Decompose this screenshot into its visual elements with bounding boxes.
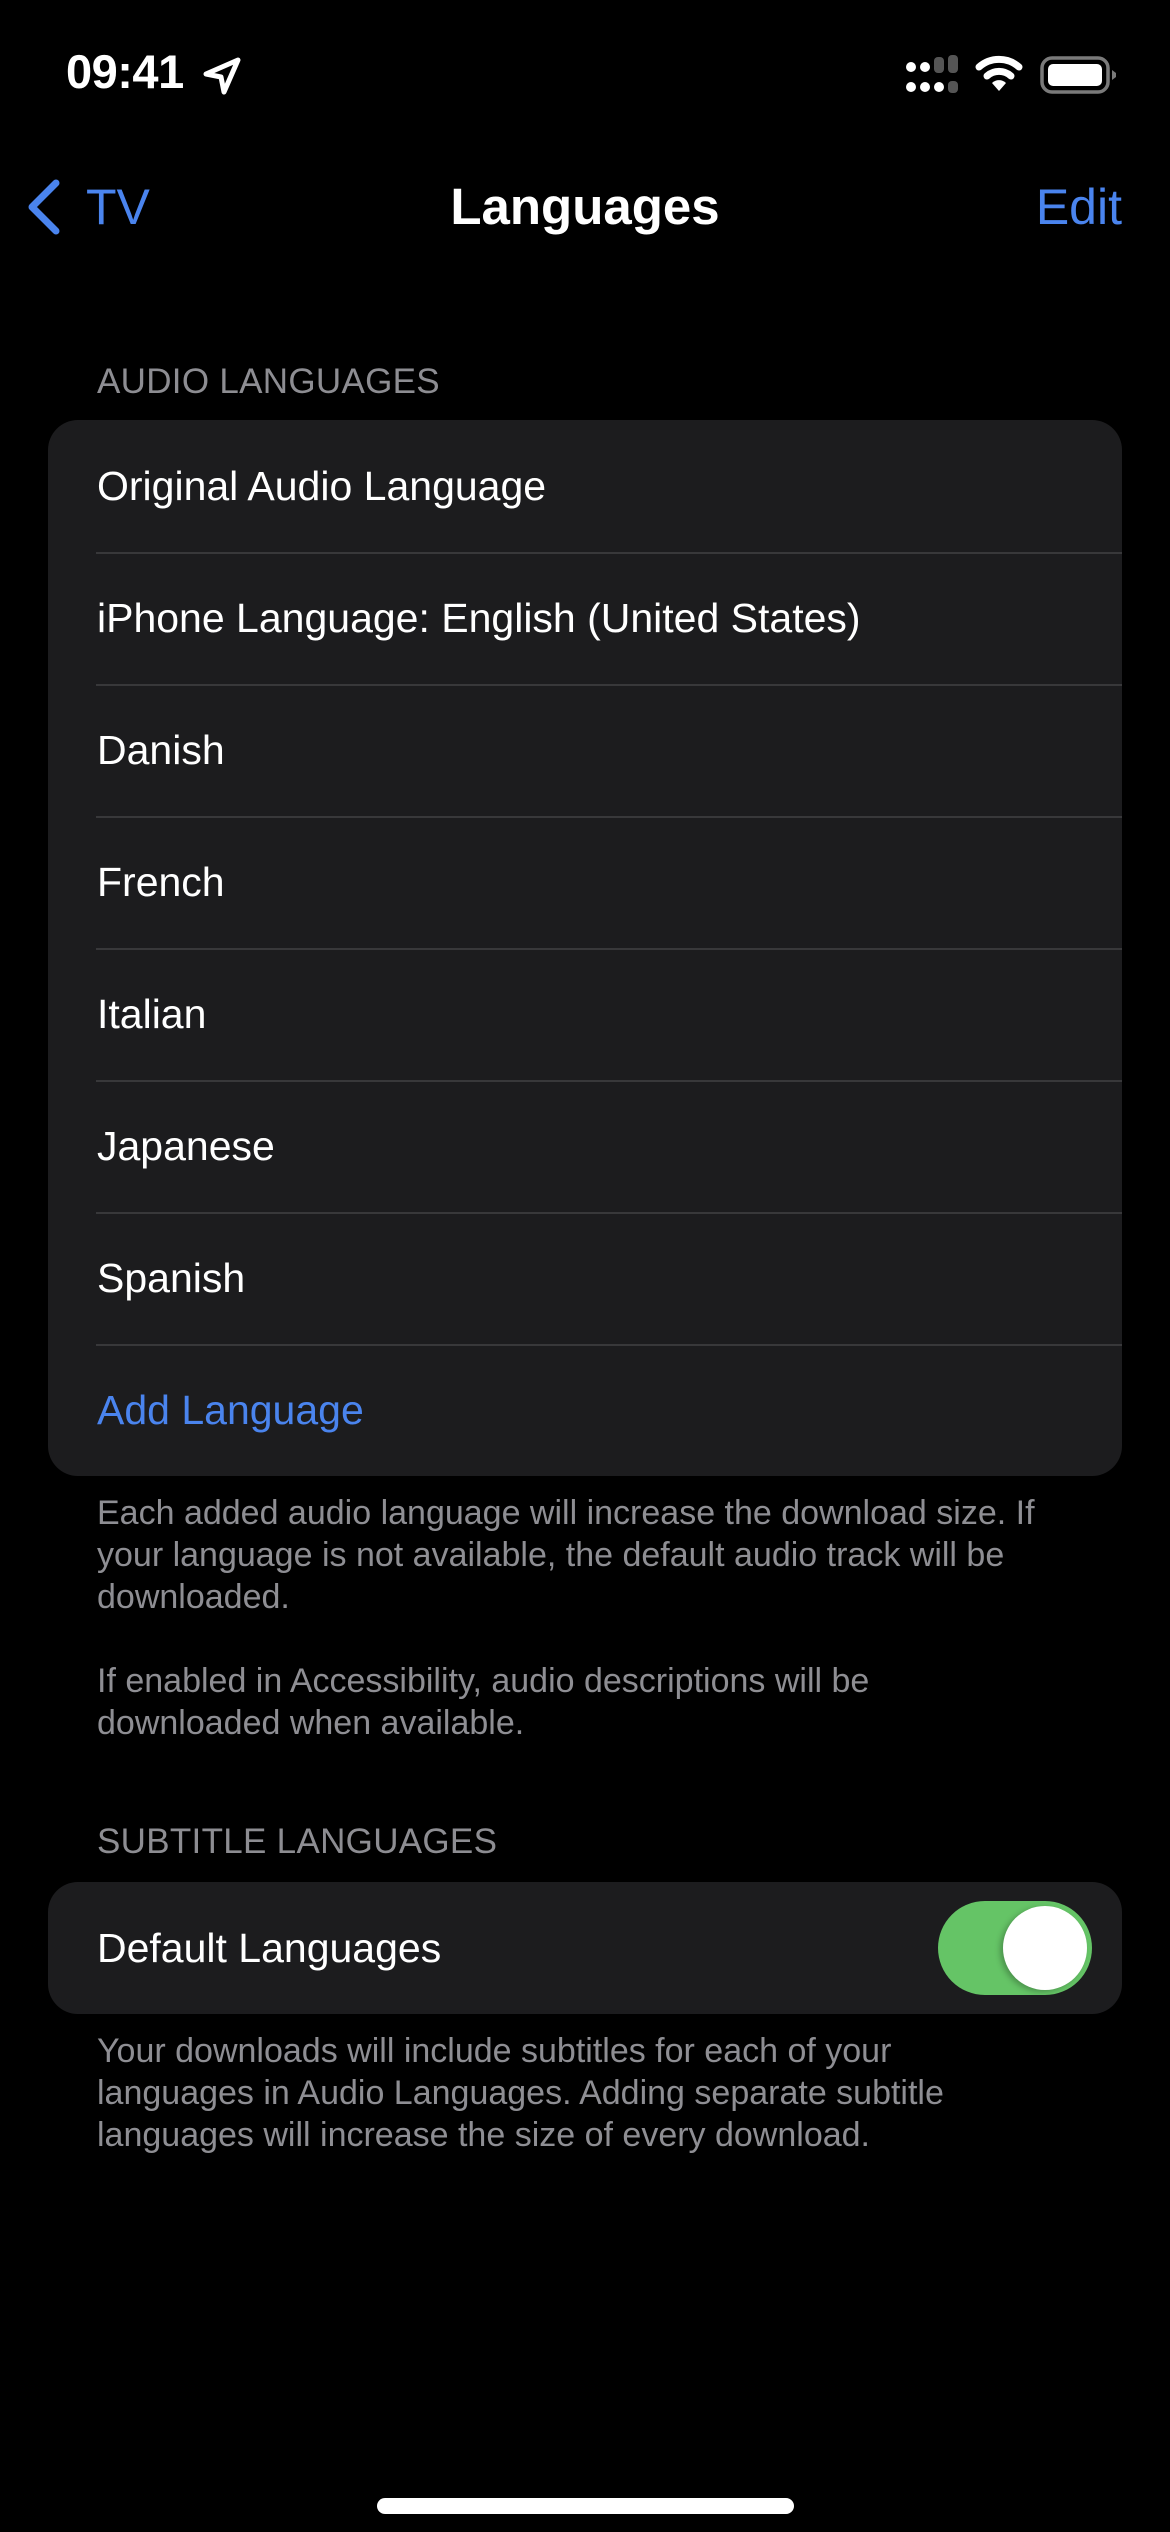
wifi-icon <box>975 55 1023 91</box>
list-item-label: Original Audio Language <box>97 463 547 509</box>
chevron-left-icon <box>28 179 60 235</box>
edit-button[interactable]: Edit <box>1036 172 1122 242</box>
cellular-signal-icon <box>906 55 958 93</box>
list-item-label: Japanese <box>97 1123 275 1169</box>
battery-icon <box>1040 56 1116 94</box>
status-time: 09:41 <box>66 45 184 98</box>
back-button-label: TV <box>86 179 150 235</box>
list-item-japanese[interactable]: Japanese <box>48 1080 1122 1212</box>
list-item-original-audio[interactable]: Original Audio Language <box>48 420 1122 552</box>
location-arrow-icon <box>203 57 241 95</box>
subtitle-languages-group: Default Languages <box>48 1882 1122 2014</box>
default-languages-label: Default Languages <box>97 1925 442 1971</box>
list-item-spanish[interactable]: Spanish <box>48 1212 1122 1344</box>
subtitle-languages-header: SUBTITLE LANGUAGES <box>97 1822 498 1861</box>
toggle-knob <box>1003 1906 1087 1990</box>
audio-languages-header: AUDIO LANGUAGES <box>97 362 440 401</box>
add-language-label: Add Language <box>97 1387 364 1433</box>
status-bar: 09:41 <box>0 0 1170 150</box>
list-item-label: Danish <box>97 727 225 773</box>
add-language-button[interactable]: Add Language <box>48 1344 1122 1476</box>
default-languages-toggle[interactable] <box>938 1901 1092 1995</box>
list-item-label: iPhone Language: English (United States) <box>97 595 861 641</box>
list-item-label: French <box>97 859 225 905</box>
page-title: Languages <box>450 178 720 235</box>
subtitle-languages-footer: Your downloads will include subtitles fo… <box>97 2030 1057 2156</box>
list-item-label: Spanish <box>97 1255 246 1301</box>
audio-languages-list: Original Audio Language iPhone Language:… <box>48 420 1122 1476</box>
list-item-label: Italian <box>97 991 207 1037</box>
home-indicator[interactable] <box>377 2498 794 2514</box>
list-item-danish[interactable]: Danish <box>48 684 1122 816</box>
back-button[interactable]: TV <box>22 172 150 242</box>
audio-footer-paragraph: If enabled in Accessibility, audio descr… <box>97 1662 870 1742</box>
subtitle-footer-paragraph: Your downloads will include subtitles fo… <box>97 2032 944 2154</box>
audio-footer-paragraph: Each added audio language will increase … <box>97 1494 1035 1616</box>
list-item-french[interactable]: French <box>48 816 1122 948</box>
list-item-iphone-language[interactable]: iPhone Language: English (United States) <box>48 552 1122 684</box>
list-item-italian[interactable]: Italian <box>48 948 1122 1080</box>
audio-languages-footer: Each added audio language will increase … <box>97 1492 1057 1744</box>
